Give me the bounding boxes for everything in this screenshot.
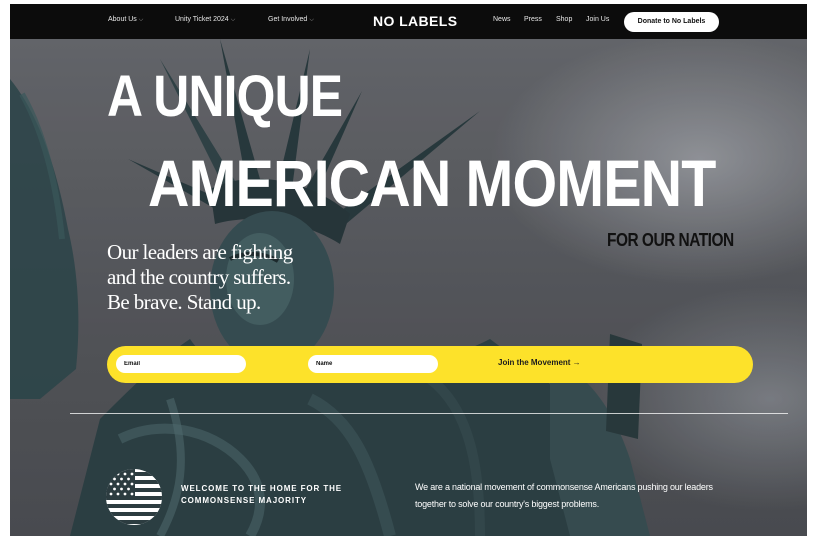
signup-form: Join the Movement → — [107, 346, 753, 383]
nav-news[interactable]: News — [493, 16, 511, 23]
tagline-line-2: and the country suffers. — [107, 265, 291, 289]
chevron-down-icon: ⌵ — [309, 17, 314, 23]
page-frame: About Us ⌵ Unity Ticket 2024 ⌵ Get Involve… — [10, 4, 807, 536]
subheadline: FOR OUR NATION — [607, 230, 734, 250]
nav-get-involved-label: Get Involved — [268, 16, 308, 23]
hero-section: A UNIQUE AMERICAN MOMENT FOR OUR NATION … — [10, 39, 807, 536]
chevron-down-icon: ⌵ — [138, 17, 144, 23]
join-movement-button[interactable]: Join the Movement → — [498, 358, 581, 367]
donate-button[interactable]: Donate to No Labels — [624, 12, 719, 32]
chevron-down-icon: ⌵ — [230, 17, 236, 23]
tagline-line-3: Be brave. Stand up. — [107, 290, 261, 314]
nav-get-involved[interactable]: Get Involved ⌵ — [268, 16, 314, 24]
american-flag-icon — [106, 469, 162, 525]
welcome-heading: WELCOME TO THE HOME FOR THE COMMONSENSE … — [181, 484, 343, 505]
nav-shop[interactable]: Shop — [556, 16, 572, 23]
tagline: Our leaders are fighting and the country… — [107, 240, 347, 315]
name-input[interactable] — [308, 355, 438, 373]
top-nav: About Us ⌵ Unity Ticket 2024 ⌵ Get Involve… — [10, 4, 807, 39]
nav-about-us[interactable]: About Us ⌵ — [108, 16, 143, 24]
section-divider — [70, 413, 788, 414]
nav-press[interactable]: Press — [524, 16, 542, 23]
site-logo[interactable]: NO LABELS — [373, 13, 458, 29]
nav-join-us[interactable]: Join Us — [586, 16, 609, 23]
headline-line-1: A UNIQUE — [107, 64, 343, 129]
nav-about-us-label: About Us — [108, 16, 137, 23]
nav-unity-ticket-label: Unity Ticket 2024 — [175, 16, 229, 23]
tagline-line-1: Our leaders are fighting — [107, 240, 293, 264]
email-input[interactable] — [116, 355, 246, 373]
mission-statement: We are a national movement of commonsens… — [415, 482, 713, 509]
headline-line-2: AMERICAN MOMENT — [148, 146, 716, 220]
nav-unity-ticket[interactable]: Unity Ticket 2024 ⌵ — [175, 16, 235, 24]
